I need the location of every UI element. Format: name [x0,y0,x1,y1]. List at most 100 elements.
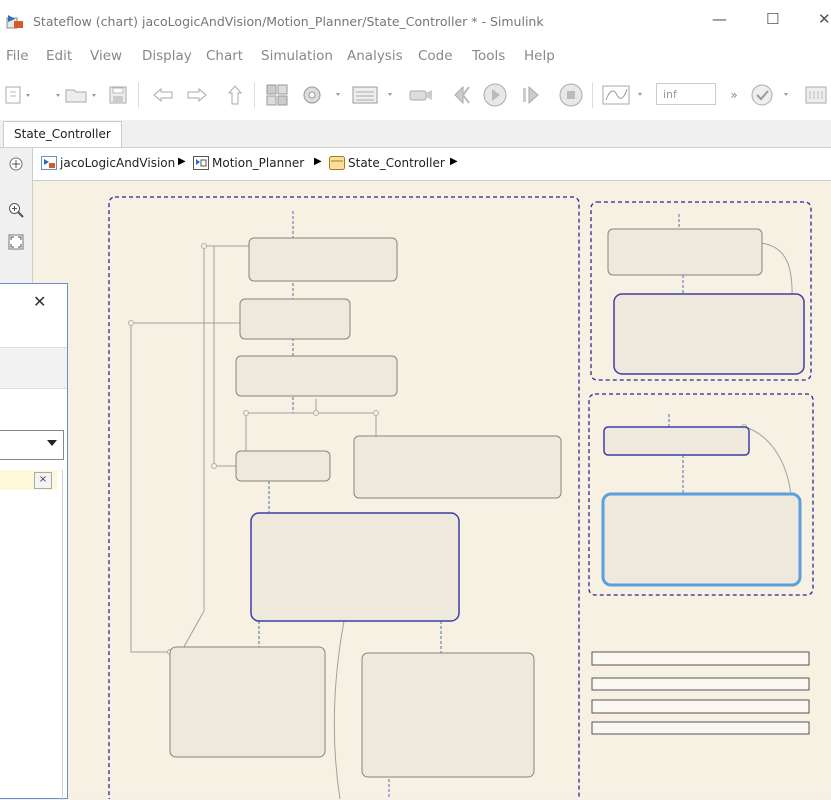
breadcrumb-label: Motion_Planner [212,156,305,170]
data-inspector-icon [602,85,642,105]
library-browser-button[interactable] [262,82,292,108]
model-explorer-button[interactable] [350,82,400,108]
active-state-box[interactable] [603,426,750,456]
menu-display[interactable]: Display [142,48,192,64]
stop-time-input[interactable]: inf [656,83,716,105]
junction-point[interactable] [243,410,249,416]
back-button[interactable] [148,82,178,108]
state-box[interactable] [235,450,331,482]
breadcrumb-item-chart[interactable]: State_Controller [329,156,445,170]
window-title: Stateflow (chart) jacoLogicAndVision/Mot… [33,14,544,29]
new-model-icon [5,86,30,104]
junction-point[interactable] [313,410,319,416]
toolbar-overflow-button[interactable]: » [724,82,744,108]
open-icon [56,89,96,103]
transition-line[interactable] [180,246,205,653]
junction-point[interactable] [373,410,379,416]
active-state-box[interactable] [613,293,805,375]
transition-line[interactable] [759,242,793,302]
open-button[interactable] [54,82,102,108]
state-box[interactable] [235,355,398,397]
chart-icon [329,156,345,170]
hide-explorer-icon [9,157,23,171]
menu-chart[interactable]: Chart [206,48,243,64]
model-settings-button[interactable] [300,82,346,108]
zoom-in-icon [9,203,24,218]
editor-tab-strip: State_Controller [0,120,831,148]
menu-view[interactable]: View [90,48,122,64]
fit-view-button[interactable] [6,232,26,252]
graphical-function-strip[interactable] [591,721,810,735]
state-box[interactable] [169,646,326,758]
stop-button[interactable] [556,82,586,108]
state-box[interactable] [248,237,398,282]
breadcrumb-separator-icon: ▶ [178,156,186,167]
junction-point[interactable] [201,243,207,249]
breadcrumb-item-subsystem[interactable]: Motion_Planner [193,156,304,170]
transition-line[interactable] [130,323,170,653]
minimize-button[interactable]: — [712,10,727,28]
floating-dialog: ✕ × [0,283,68,800]
breadcrumb: jacoLogicAndVision ▶ Motion_Planner ▶ St… [33,148,831,181]
menu-analysis[interactable]: Analysis [347,48,403,64]
selected-state-box[interactable] [601,492,802,587]
clear-filter-button[interactable]: × [34,472,52,489]
toolbar-separator [254,82,255,108]
toolbar-separator [138,82,139,108]
state-box[interactable] [361,652,535,778]
close-window-button[interactable]: ✕ [818,10,831,28]
junction-point[interactable] [128,320,134,326]
maximize-button[interactable]: ☐ [766,10,779,28]
active-state-box[interactable] [250,512,460,622]
state-box[interactable] [239,298,351,340]
hide-explorer-button[interactable] [6,154,26,174]
menu-help[interactable]: Help [524,48,555,64]
model-icon [41,156,57,170]
transition-line[interactable] [213,246,236,467]
tab-state-controller[interactable]: State_Controller [3,121,122,147]
stateflow-canvas[interactable] [33,181,831,799]
build-button[interactable] [802,82,830,108]
dialog-close-button[interactable]: ✕ [33,292,46,311]
save-icon [109,86,127,104]
forward-button[interactable] [182,82,212,108]
graphical-function-strip[interactable] [591,677,810,691]
dialog-header-band [0,347,67,389]
check-button[interactable] [750,82,796,108]
menu-code[interactable]: Code [418,48,453,64]
state-box[interactable] [607,228,763,276]
junction-point[interactable] [211,463,217,469]
chart-diagram [108,196,814,799]
simulink-app-icon [6,15,23,29]
model-explorer-icon [352,86,392,104]
library-browser-icon [266,84,288,106]
subsystem-icon [193,156,209,170]
menu-simulation[interactable]: Simulation [261,48,333,64]
zoom-in-button[interactable] [6,200,26,220]
transition-line[interactable] [744,426,792,497]
record-icon [409,90,432,101]
stop-icon [559,83,583,107]
graphical-function-strip[interactable] [591,651,810,666]
new-model-button[interactable] [4,82,34,108]
dialog-dropdown[interactable] [0,430,64,460]
transition-line[interactable] [333,620,345,799]
save-button[interactable] [106,82,130,108]
dialog-filter-field[interactable]: × [0,470,57,490]
state-box[interactable] [353,435,562,499]
graphical-function-strip[interactable] [591,699,810,714]
menu-edit[interactable]: Edit [46,48,72,64]
menu-tools[interactable]: Tools [472,48,505,64]
breadcrumb-separator-icon: ▶ [450,156,458,167]
data-inspector-button[interactable] [600,82,650,108]
step-forward-button[interactable] [516,82,546,108]
breadcrumb-label: jacoLogicAndVision [60,156,176,170]
step-forward-icon [523,85,539,105]
up-button[interactable] [220,82,250,108]
menu-file[interactable]: File [6,48,29,64]
record-button[interactable] [404,82,436,108]
breadcrumb-item-model[interactable]: jacoLogicAndVision [41,156,175,170]
run-button[interactable] [480,82,510,108]
step-back-button[interactable] [446,82,476,108]
chevron-down-icon [47,440,57,446]
